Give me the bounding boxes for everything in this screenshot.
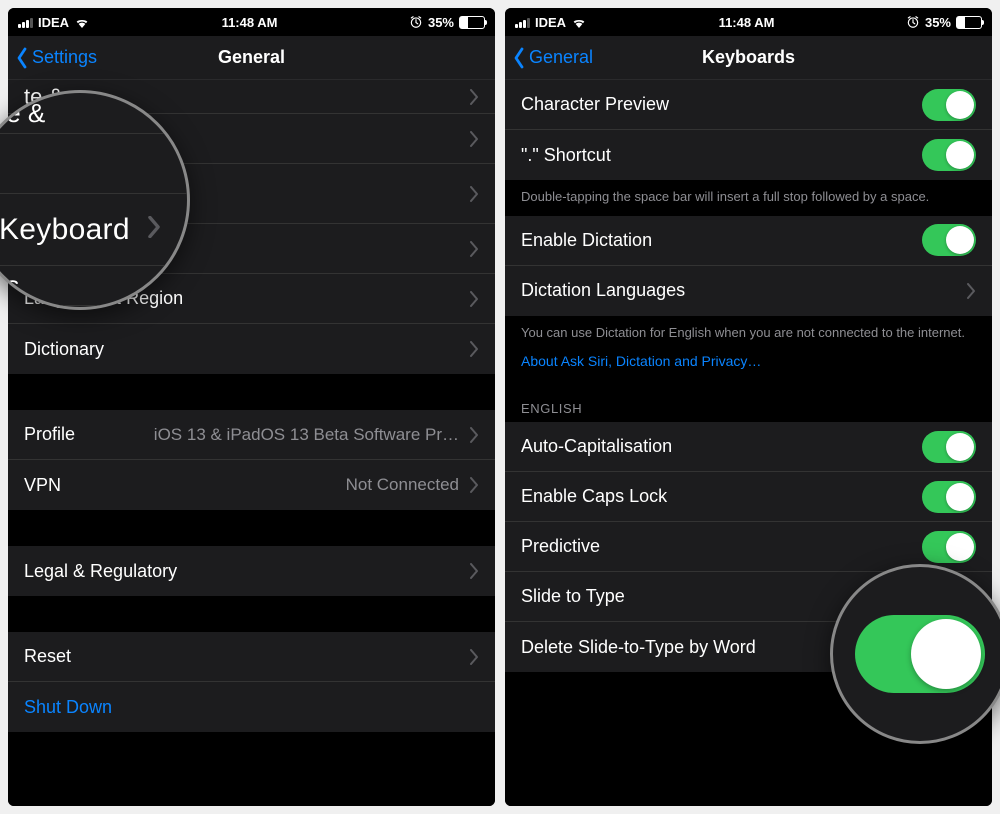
- privacy-link[interactable]: About Ask Siri, Dictation and Privacy…: [505, 351, 992, 383]
- row-shortcut[interactable]: "." Shortcut: [505, 130, 992, 180]
- row-partial-ts[interactable]: ts: [8, 224, 495, 274]
- content[interactable]: Character Preview "." Shortcut Double-ta…: [505, 80, 992, 806]
- row-label: Auto-Capitalisation: [521, 436, 672, 457]
- row-label: Language & Region: [24, 288, 183, 309]
- phone-right: IDEA 11:48 AM 35% General Keyboards Char…: [505, 8, 992, 806]
- row-label: Predictive: [521, 536, 600, 557]
- toggle-auto-cap[interactable]: [922, 431, 976, 463]
- row-slide-to-type[interactable]: Slide to Type: [505, 572, 992, 622]
- nav-bar: Settings General: [8, 36, 495, 80]
- back-button[interactable]: General: [505, 46, 593, 70]
- chevron-right-icon: [469, 89, 479, 105]
- row-auto-cap[interactable]: Auto-Capitalisation: [505, 422, 992, 472]
- row-label: Reset: [24, 646, 71, 667]
- row-detail: Not Connected: [61, 475, 459, 495]
- battery-pct: 35%: [428, 15, 454, 30]
- chevron-left-icon: [511, 46, 527, 70]
- row-label: VPN: [24, 475, 61, 496]
- section-english: English: [505, 383, 992, 422]
- row-predictive[interactable]: Predictive: [505, 522, 992, 572]
- row-label: Profile: [24, 424, 75, 445]
- row-label: Dictionary: [24, 339, 104, 360]
- chevron-right-icon: [469, 131, 479, 147]
- row-label: Enable Caps Lock: [521, 486, 667, 507]
- carrier-label: IDEA: [38, 15, 69, 30]
- row-shutdown[interactable]: Shut Down: [8, 682, 495, 732]
- row-profile[interactable]: Profile iOS 13 & iPadOS 13 Beta Software…: [8, 410, 495, 460]
- toggle-shortcut[interactable]: [922, 139, 976, 171]
- row-caps-lock[interactable]: Enable Caps Lock: [505, 472, 992, 522]
- battery-pct: 35%: [925, 15, 951, 30]
- battery-icon: [956, 16, 982, 29]
- chevron-left-icon: [14, 46, 30, 70]
- chevron-right-icon: [469, 241, 479, 257]
- row-keyboard[interactable]: Keyboard: [8, 164, 495, 224]
- chevron-right-icon: [966, 283, 976, 299]
- wifi-icon: [571, 16, 587, 28]
- chevron-right-icon: [469, 186, 479, 202]
- row-delete-slide[interactable]: Delete Slide-to-Type by Word: [505, 622, 992, 672]
- phone-left: IDEA 11:48 AM 35% Settings General te & …: [8, 8, 495, 806]
- chevron-right-icon: [469, 291, 479, 307]
- back-label: Settings: [32, 47, 97, 68]
- clock: 11:48 AM: [90, 15, 409, 30]
- row-label: Delete Slide-to-Type by Word: [521, 637, 756, 658]
- row-label: Slide to Type: [521, 586, 625, 607]
- toggle-caps-lock[interactable]: [922, 481, 976, 513]
- chevron-right-icon: [469, 341, 479, 357]
- status-bar: IDEA 11:48 AM 35%: [8, 8, 495, 36]
- clock: 11:48 AM: [587, 15, 906, 30]
- chevron-right-icon: [469, 477, 479, 493]
- signal-icon: [18, 16, 33, 28]
- row-character-preview[interactable]: Character Preview: [505, 80, 992, 130]
- alarm-icon: [906, 15, 920, 29]
- footer-dictation: You can use Dictation for English when y…: [505, 316, 992, 352]
- status-bar: IDEA 11:48 AM 35%: [505, 8, 992, 36]
- row-label: Legal & Regulatory: [24, 561, 177, 582]
- back-button[interactable]: Settings: [8, 46, 97, 70]
- wifi-icon: [74, 16, 90, 28]
- toggle-dictation[interactable]: [922, 224, 976, 256]
- chevron-right-icon: [469, 427, 479, 443]
- row-language-region[interactable]: Language & Region: [8, 274, 495, 324]
- carrier-label: IDEA: [535, 15, 566, 30]
- chevron-right-icon: [469, 649, 479, 665]
- chevron-right-icon: [469, 563, 479, 579]
- row-dictation-languages[interactable]: Dictation Languages: [505, 266, 992, 316]
- row-dictionary[interactable]: Dictionary: [8, 324, 495, 374]
- footer-shortcut: Double-tapping the space bar will insert…: [505, 180, 992, 216]
- row-label: Shut Down: [24, 697, 112, 718]
- nav-bar: General Keyboards: [505, 36, 992, 80]
- row-reset[interactable]: Reset: [8, 632, 495, 682]
- row-enable-dictation[interactable]: Enable Dictation: [505, 216, 992, 266]
- row-detail: iOS 13 & iPadOS 13 Beta Software Pr…: [75, 425, 459, 445]
- row-legal[interactable]: Legal & Regulatory: [8, 546, 495, 596]
- back-label: General: [529, 47, 593, 68]
- signal-icon: [515, 16, 530, 28]
- row-label: "." Shortcut: [521, 145, 611, 166]
- content[interactable]: te & Keyboard ts Language & Region Dicti…: [8, 80, 495, 806]
- toggle-slide-to-type[interactable]: [922, 581, 976, 613]
- battery-icon: [459, 16, 485, 29]
- toggle-delete-slide[interactable]: [922, 631, 976, 663]
- row-partial-top[interactable]: te &: [8, 80, 495, 114]
- toggle-character-preview[interactable]: [922, 89, 976, 121]
- row-label: Enable Dictation: [521, 230, 652, 251]
- row-empty-1[interactable]: [8, 114, 495, 164]
- row-vpn[interactable]: VPN Not Connected: [8, 460, 495, 510]
- toggle-predictive[interactable]: [922, 531, 976, 563]
- row-label: Character Preview: [521, 94, 669, 115]
- row-label: Dictation Languages: [521, 280, 685, 301]
- alarm-icon: [409, 15, 423, 29]
